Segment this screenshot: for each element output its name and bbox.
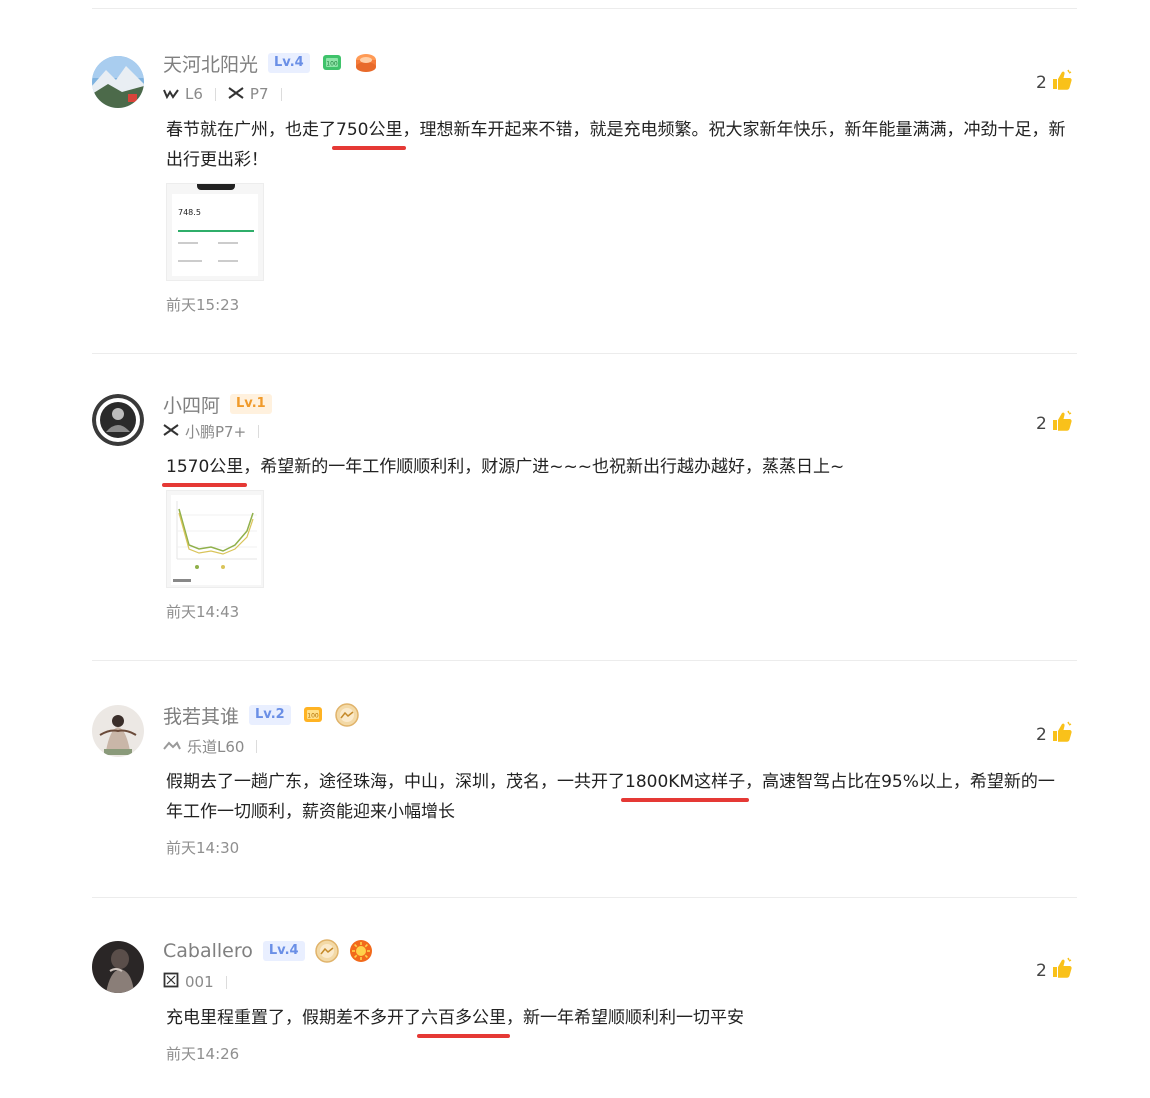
highlight-text: 750公里 <box>331 115 407 150</box>
svg-text:100: 100 <box>326 61 338 68</box>
car-model[interactable]: L6 <box>185 85 203 103</box>
image-thumbnail[interactable] <box>166 490 264 588</box>
thumb-text: 748.5 <box>178 208 201 217</box>
separator <box>214 87 216 101</box>
name-row: 我若其谁 Lv.2 100 <box>163 702 359 728</box>
avatar[interactable] <box>92 56 144 108</box>
highlight-text: 1800KM这样子 <box>620 767 750 802</box>
separator <box>280 87 282 101</box>
xpeng-logo-icon <box>163 422 179 440</box>
level-badge: Lv.4 <box>268 53 310 73</box>
lixiang-logo-icon <box>163 85 179 103</box>
highlight-text: 1570公里 <box>161 452 248 487</box>
name-row: 小四阿 Lv.1 <box>163 391 272 417</box>
xpeng-logo-icon <box>228 85 244 103</box>
svg-text:100: 100 <box>307 713 319 720</box>
thumbs-up-icon <box>1050 956 1074 985</box>
thumbs-up-icon <box>1050 720 1074 749</box>
ledao-logo-icon <box>163 737 181 755</box>
divider <box>92 8 1077 9</box>
level-badge: Lv.1 <box>230 394 272 414</box>
level-badge: Lv.2 <box>249 705 291 725</box>
divider <box>92 353 1077 354</box>
comment-text: 假期去了一趟广东，途径珠海，中山，深圳，茂名，一共开了1800KM这样子，高速智… <box>166 767 1071 827</box>
car-tags: 001 <box>163 972 233 992</box>
avatar[interactable] <box>92 705 144 757</box>
username[interactable]: 小四阿 <box>163 391 220 418</box>
level-badge: Lv.4 <box>262 941 305 961</box>
like-button[interactable]: 2 <box>1036 720 1074 749</box>
thumbs-up-icon <box>1050 409 1074 438</box>
car-tags: 小鹏P7+ <box>163 421 265 441</box>
car-model[interactable]: P7 <box>250 85 269 103</box>
avatar[interactable] <box>92 941 144 993</box>
separator <box>225 975 227 989</box>
medal-gold-icon <box>334 703 359 727</box>
car-tags: 乐道L60 <box>163 736 263 756</box>
car-model[interactable]: 001 <box>185 973 214 991</box>
comment-text: 1570公里，希望新的一年工作顺顺利利，财源广进~~~也祝新出行越办越好，蒸蒸日… <box>161 452 1071 487</box>
username[interactable]: 天河北阳光 <box>163 50 258 77</box>
car-model[interactable]: 乐道L60 <box>187 736 244 757</box>
highlight-text: 六百多公里 <box>417 1003 510 1038</box>
medal-gold-icon <box>314 939 339 963</box>
separator <box>256 739 258 753</box>
like-count: 2 <box>1036 724 1047 745</box>
like-button[interactable]: 2 <box>1036 68 1074 97</box>
comment-text: 春节就在广州，也走了750公里，理想新车开起来不错，就是充电频繁。祝大家新年快乐… <box>166 115 1071 175</box>
username[interactable]: Caballero <box>163 940 253 962</box>
name-row: 天河北阳光 Lv.4 100 <box>163 50 378 76</box>
image-thumbnail[interactable]: 748.5 <box>166 183 264 281</box>
like-button[interactable]: 2 <box>1036 409 1074 438</box>
timestamp: 前天14:43 <box>166 603 240 621</box>
thumbs-up-icon <box>1050 68 1074 97</box>
zeekr-logo-icon <box>163 972 179 992</box>
timestamp: 前天14:30 <box>166 839 240 857</box>
like-count: 2 <box>1036 960 1047 981</box>
comment-text: 充电里程重置了，假期差不多开了六百多公里，新一年希望顺顺利利一切平安 <box>166 1003 1071 1038</box>
like-count: 2 <box>1036 413 1047 434</box>
medal-orange-icon <box>354 51 378 75</box>
like-button[interactable]: 2 <box>1036 956 1074 985</box>
username[interactable]: 我若其谁 <box>163 702 239 729</box>
timestamp: 前天14:26 <box>166 1045 240 1063</box>
like-count: 2 <box>1036 72 1047 93</box>
separator <box>258 424 260 438</box>
medal-ticket-icon: 100 <box>301 703 325 727</box>
name-row: Caballero Lv.4 <box>163 938 373 964</box>
divider <box>92 897 1077 898</box>
medal-sun-icon <box>349 939 373 963</box>
timestamp: 前天15:23 <box>166 296 240 314</box>
car-tags: L6 P7 <box>163 84 288 104</box>
medal-green-icon: 100 <box>320 51 344 75</box>
divider <box>92 660 1077 661</box>
car-model[interactable]: 小鹏P7+ <box>185 421 246 442</box>
avatar[interactable] <box>92 394 144 446</box>
